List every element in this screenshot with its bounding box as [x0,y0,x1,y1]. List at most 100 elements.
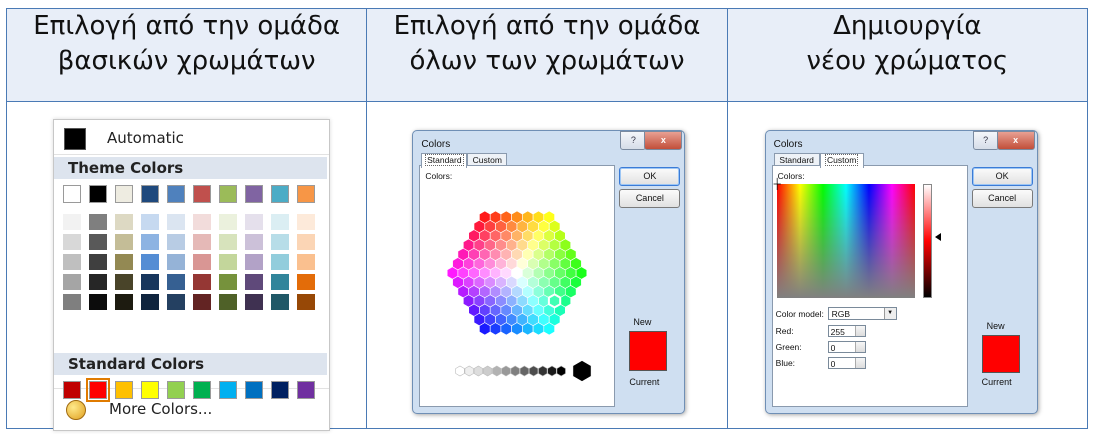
theme-tint-swatch[interactable] [219,294,237,310]
help-button[interactable]: ? [972,131,999,150]
theme-color-swatch[interactable] [141,185,159,203]
standard-color-swatch[interactable] [115,381,133,399]
close-button[interactable]: x [996,131,1035,150]
standard-color-swatch[interactable] [219,381,237,399]
standard-color-swatch[interactable] [297,381,315,399]
gray-color-cell[interactable] [455,365,465,377]
theme-tint-swatch[interactable] [297,214,315,230]
theme-tint-swatch[interactable] [245,294,263,310]
theme-tint-swatch[interactable] [63,294,81,310]
theme-tint-swatch[interactable] [141,234,159,250]
theme-tint-swatch[interactable] [271,214,289,230]
gray-color-cell[interactable] [556,365,567,377]
theme-tint-swatch[interactable] [297,254,315,270]
standard-color-swatch[interactable] [86,378,110,402]
theme-tint-swatch[interactable] [141,214,159,230]
gray-color-cell[interactable] [483,365,493,377]
blue-input[interactable]: 0 [827,357,866,369]
theme-tint-swatch[interactable] [193,294,211,310]
theme-color-swatch[interactable] [193,185,211,203]
theme-tint-swatch[interactable] [297,274,315,290]
ok-button[interactable]: OK [619,167,681,186]
standard-color-swatch[interactable] [167,381,185,399]
theme-tint-swatch[interactable] [141,294,159,310]
gray-color-cell[interactable] [547,365,557,377]
theme-tint-swatch[interactable] [193,254,211,270]
theme-tint-swatch[interactable] [271,274,289,290]
tab-custom[interactable]: Custom [819,153,864,168]
automatic-option[interactable]: Automatic [54,120,329,155]
standard-color-swatch[interactable] [245,381,263,399]
theme-tint-swatch[interactable] [115,214,133,230]
theme-tint-swatch[interactable] [141,254,159,270]
red-input[interactable]: 255 [827,325,866,337]
theme-tint-swatch[interactable] [167,234,185,250]
gray-color-cell[interactable] [510,365,521,377]
theme-tint-swatch[interactable] [245,234,263,250]
theme-tint-swatch[interactable] [89,214,107,230]
gray-color-cell[interactable] [474,365,484,377]
gray-color-cell[interactable] [538,365,548,377]
standard-color-swatch[interactable] [63,381,81,399]
help-button[interactable]: ? [620,131,647,150]
theme-tint-swatch[interactable] [297,294,315,310]
luminance-arrow-icon[interactable] [934,233,941,241]
theme-tint-swatch[interactable] [245,214,263,230]
tab-standard[interactable]: Standard [421,153,468,168]
theme-tint-swatch[interactable] [89,234,107,250]
theme-tint-swatch[interactable] [219,214,237,230]
theme-tint-swatch[interactable] [271,294,289,310]
theme-color-swatch[interactable] [63,185,81,203]
standard-color-swatch[interactable] [193,381,211,399]
luminance-bar[interactable] [922,184,932,298]
theme-tint-swatch[interactable] [115,294,133,310]
gray-color-cell[interactable] [520,365,530,377]
black-color-cell[interactable] [572,360,592,382]
theme-tint-swatch[interactable] [193,214,211,230]
theme-tint-swatch[interactable] [63,214,81,230]
standard-color-swatch[interactable] [271,381,289,399]
close-button[interactable]: x [644,131,683,150]
theme-color-swatch[interactable] [245,185,263,203]
theme-tint-swatch[interactable] [219,274,237,290]
theme-tint-swatch[interactable] [167,274,185,290]
theme-tint-swatch[interactable] [193,274,211,290]
theme-tint-swatch[interactable] [167,214,185,230]
theme-tint-swatch[interactable] [167,294,185,310]
theme-color-swatch[interactable] [115,185,133,203]
theme-color-swatch[interactable] [167,185,185,203]
cancel-button[interactable]: Cancel [619,189,681,208]
theme-tint-swatch[interactable] [193,234,211,250]
theme-color-swatch[interactable] [271,185,289,203]
standard-color-swatch[interactable] [141,381,159,399]
theme-tint-swatch[interactable] [115,254,133,270]
theme-tint-swatch[interactable] [115,234,133,250]
theme-tint-swatch[interactable] [89,274,107,290]
cancel-button[interactable]: Cancel [971,189,1033,208]
gray-color-cell[interactable] [464,365,475,377]
theme-tint-swatch[interactable] [141,274,159,290]
theme-color-swatch[interactable] [89,185,107,203]
theme-tint-swatch[interactable] [89,294,107,310]
ok-button[interactable]: OK [971,167,1033,186]
hex-color-cell[interactable] [576,266,588,280]
theme-tint-swatch[interactable] [63,274,81,290]
spectrum-field[interactable]: ┼ [774,180,915,298]
theme-tint-swatch[interactable] [63,254,81,270]
theme-color-swatch[interactable] [219,185,237,203]
theme-tint-swatch[interactable] [271,254,289,270]
theme-color-swatch[interactable] [297,185,315,203]
theme-tint-swatch[interactable] [219,234,237,250]
theme-tint-swatch[interactable] [219,254,237,270]
theme-tint-swatch[interactable] [115,274,133,290]
theme-tint-swatch[interactable] [297,234,315,250]
theme-tint-swatch[interactable] [63,234,81,250]
gray-color-cell[interactable] [492,365,502,377]
theme-tint-swatch[interactable] [245,274,263,290]
green-input[interactable]: 0 [827,341,866,353]
color-model-select[interactable]: RGB ▼ [827,307,897,320]
theme-tint-swatch[interactable] [271,234,289,250]
gray-color-cell[interactable] [529,365,539,377]
gray-color-cell[interactable] [501,365,511,377]
hex-color-picker[interactable] [420,181,614,401]
